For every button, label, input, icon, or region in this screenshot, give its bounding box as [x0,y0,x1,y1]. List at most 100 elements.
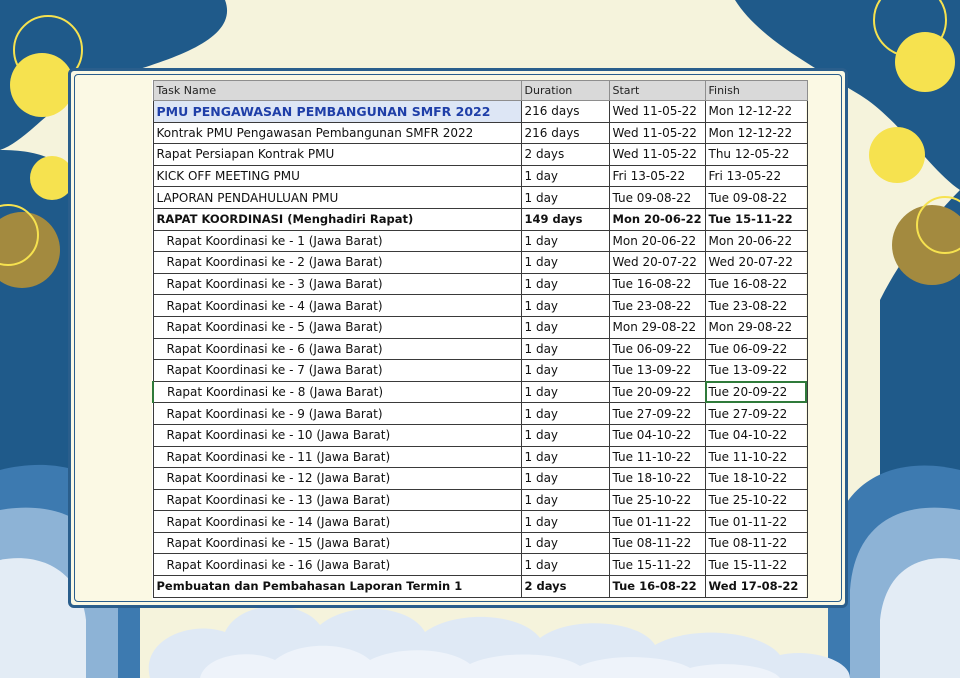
table-row: Rapat Koordinasi ke - 6 (Jawa Barat) 1 d… [152,337,808,361]
task-cell[interactable]: Rapat Koordinasi ke - 8 (Jawa Barat) [152,380,522,404]
finish-cell[interactable]: Fri 13-05-22 [704,164,808,188]
start-cell[interactable]: Tue 04-10-22 [608,423,706,447]
finish-cell[interactable]: Tue 15-11-22 [704,207,808,231]
duration-cell[interactable]: 1 day [520,315,610,339]
start-cell[interactable]: Tue 16-08-22 [608,272,706,296]
start-cell[interactable]: Wed 20-07-22 [608,251,706,274]
duration-cell[interactable]: 1 day [520,164,610,188]
start-cell[interactable]: Tue 08-11-22 [608,531,706,555]
task-cell[interactable]: PMU PENGAWASAN PEMBANGUNAN SMFR 2022 [152,100,522,123]
table-row: KICK OFF MEETING PMU 1 day Fri 13-05-22 … [152,164,808,188]
duration-cell[interactable]: 2 days [520,575,610,598]
task-cell[interactable]: RAPAT KOORDINASI (Menghadiri Rapat) [152,207,522,231]
task-cell[interactable]: Rapat Koordinasi ke - 15 (Jawa Barat) [152,531,522,555]
task-cell[interactable]: Rapat Koordinasi ke - 4 (Jawa Barat) [152,294,522,317]
finish-cell[interactable]: Tue 06-09-22 [704,337,808,361]
finish-cell[interactable]: Tue 04-10-22 [704,423,808,447]
finish-cell[interactable]: Tue 23-08-22 [704,294,808,317]
task-cell[interactable]: Rapat Koordinasi ke - 16 (Jawa Barat) [152,553,522,577]
duration-cell[interactable]: 1 day [520,531,610,555]
finish-cell[interactable]: Wed 17-08-22 [704,575,808,598]
duration-cell[interactable]: 1 day [520,186,610,209]
duration-cell[interactable]: 1 day [520,402,610,425]
header-task-name[interactable]: Task Name [152,80,522,101]
duration-cell[interactable]: 1 day [520,423,610,447]
finish-cell[interactable]: Mon 20-06-22 [704,229,808,253]
duration-cell[interactable]: 1 day [520,488,610,512]
duration-cell[interactable]: 149 days [520,207,610,231]
start-cell[interactable]: Mon 20-06-22 [608,207,706,231]
duration-cell[interactable]: 2 days [520,143,610,166]
duration-cell[interactable]: 216 days [520,100,610,123]
table-row: Rapat Koordinasi ke - 5 (Jawa Barat) 1 d… [152,315,808,339]
duration-cell[interactable]: 1 day [520,359,610,382]
start-cell[interactable]: Tue 18-10-22 [608,467,706,490]
task-cell[interactable]: Pembuatan dan Pembahasan Laporan Termin … [152,575,522,598]
finish-cell[interactable]: Wed 20-07-22 [704,251,808,274]
task-cell[interactable]: Rapat Koordinasi ke - 3 (Jawa Barat) [152,272,522,296]
start-cell[interactable]: Tue 27-09-22 [608,402,706,425]
table-row: Rapat Koordinasi ke - 12 (Jawa Barat) 1 … [152,467,808,490]
finish-cell[interactable]: Tue 27-09-22 [704,402,808,425]
start-cell[interactable]: Wed 11-05-22 [608,100,706,123]
duration-cell[interactable]: 1 day [520,251,610,274]
finish-cell[interactable]: Thu 12-05-22 [704,143,808,166]
finish-cell[interactable]: Mon 29-08-22 [704,315,808,339]
task-cell[interactable]: Rapat Koordinasi ke - 5 (Jawa Barat) [152,315,522,339]
duration-cell[interactable]: 1 day [520,510,610,533]
task-cell[interactable]: KICK OFF MEETING PMU [152,164,522,188]
finish-cell[interactable]: Tue 16-08-22 [704,272,808,296]
duration-cell[interactable]: 1 day [520,294,610,317]
task-cell[interactable]: Kontrak PMU Pengawasan Pembangunan SMFR … [152,121,522,145]
task-cell[interactable]: Rapat Koordinasi ke - 6 (Jawa Barat) [152,337,522,361]
duration-cell[interactable]: 1 day [520,337,610,361]
finish-cell[interactable]: Tue 08-11-22 [704,531,808,555]
start-cell[interactable]: Fri 13-05-22 [608,164,706,188]
task-cell[interactable]: Rapat Koordinasi ke - 9 (Jawa Barat) [152,402,522,425]
finish-cell[interactable]: Tue 13-09-22 [704,359,808,382]
start-cell[interactable]: Wed 11-05-22 [608,143,706,166]
start-cell[interactable]: Tue 06-09-22 [608,337,706,361]
finish-cell[interactable]: Mon 12-12-22 [704,121,808,145]
task-cell[interactable]: Rapat Koordinasi ke - 14 (Jawa Barat) [152,510,522,533]
task-cell[interactable]: Rapat Koordinasi ke - 7 (Jawa Barat) [152,359,522,382]
start-cell[interactable]: Wed 11-05-22 [608,121,706,145]
start-cell[interactable]: Tue 13-09-22 [608,359,706,382]
duration-cell[interactable]: 1 day [520,445,610,469]
start-cell[interactable]: Tue 01-11-22 [608,510,706,533]
start-cell[interactable]: Mon 29-08-22 [608,315,706,339]
task-cell[interactable]: Rapat Koordinasi ke - 2 (Jawa Barat) [152,251,522,274]
duration-cell[interactable]: 216 days [520,121,610,145]
task-cell[interactable]: Rapat Koordinasi ke - 13 (Jawa Barat) [152,488,522,512]
header-duration[interactable]: Duration [520,80,610,101]
finish-cell[interactable]: Mon 12-12-22 [704,100,808,123]
finish-cell[interactable]: Tue 09-08-22 [704,186,808,209]
start-cell[interactable]: Tue 11-10-22 [608,445,706,469]
start-cell[interactable]: Mon 20-06-22 [608,229,706,253]
finish-cell[interactable]: Tue 01-11-22 [704,510,808,533]
duration-cell[interactable]: 1 day [520,467,610,490]
start-cell[interactable]: Tue 23-08-22 [608,294,706,317]
task-cell[interactable]: Rapat Persiapan Kontrak PMU [152,143,522,166]
start-cell[interactable]: Tue 09-08-22 [608,186,706,209]
finish-cell[interactable]: Tue 25-10-22 [704,488,808,512]
task-cell[interactable]: LAPORAN PENDAHULUAN PMU [152,186,522,209]
task-cell[interactable]: Rapat Koordinasi ke - 10 (Jawa Barat) [152,423,522,447]
task-cell[interactable]: Rapat Koordinasi ke - 11 (Jawa Barat) [152,445,522,469]
finish-cell[interactable]: Tue 11-10-22 [704,445,808,469]
finish-cell[interactable]: Tue 15-11-22 [704,553,808,577]
start-cell[interactable]: Tue 25-10-22 [608,488,706,512]
start-cell[interactable]: Tue 15-11-22 [608,553,706,577]
start-cell[interactable]: Tue 20-09-22 [608,380,706,404]
task-cell[interactable]: Rapat Koordinasi ke - 1 (Jawa Barat) [152,229,522,253]
duration-cell[interactable]: 1 day [520,380,610,404]
start-cell[interactable]: Tue 16-08-22 [608,575,706,598]
finish-cell[interactable]: Tue 18-10-22 [704,467,808,490]
header-finish[interactable]: Finish [704,80,808,101]
task-cell[interactable]: Rapat Koordinasi ke - 12 (Jawa Barat) [152,467,522,490]
duration-cell[interactable]: 1 day [520,272,610,296]
duration-cell[interactable]: 1 day [520,553,610,577]
duration-cell[interactable]: 1 day [520,229,610,253]
header-start[interactable]: Start [608,80,706,101]
finish-cell-selected[interactable]: Tue 20-09-22 [704,380,808,404]
